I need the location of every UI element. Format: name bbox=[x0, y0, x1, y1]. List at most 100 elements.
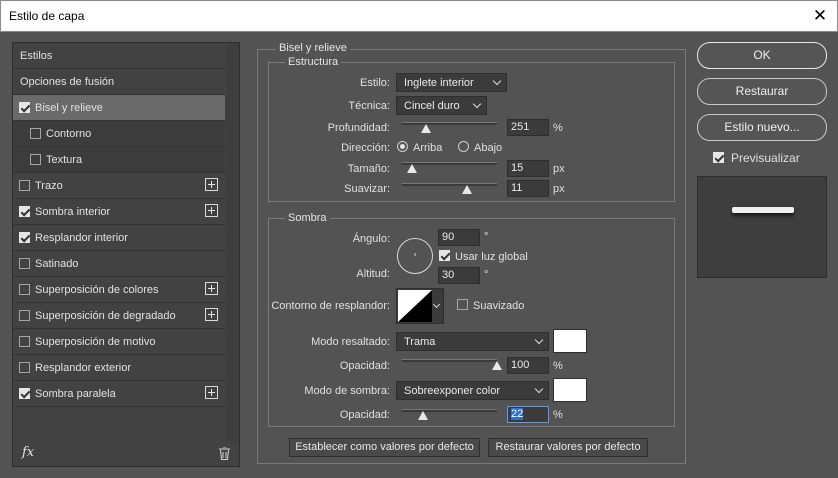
add-effect-icon[interactable] bbox=[205, 178, 218, 191]
style-item[interactable]: Superposición de degradado bbox=[13, 303, 225, 329]
reset-default-button[interactable]: Restaurar valores por defecto bbox=[488, 438, 648, 457]
style-item[interactable]: Contorno bbox=[13, 121, 225, 147]
style-item[interactable]: Sombra paralela bbox=[13, 381, 225, 407]
title-bar: Estilo de capa ✕ bbox=[0, 0, 838, 32]
preview-label: Previsualizar bbox=[731, 151, 800, 165]
altitude-input[interactable]: 30 bbox=[438, 267, 480, 284]
dialog-body: Estilos Opciones de fusión Bisel y relie… bbox=[0, 32, 838, 478]
direction-up-radio[interactable] bbox=[397, 141, 408, 152]
angle-label: Ángulo: bbox=[352, 233, 390, 245]
style-item[interactable]: Superposición de motivo bbox=[13, 329, 225, 355]
structure-title: Estructura bbox=[285, 56, 342, 68]
style-item-label: Resplandor interior bbox=[35, 232, 128, 244]
style-item-checkbox[interactable] bbox=[19, 206, 30, 217]
highlight-opacity-input[interactable]: 100 bbox=[507, 357, 549, 374]
style-item-checkbox[interactable] bbox=[19, 258, 30, 269]
style-item[interactable]: Bisel y relieve bbox=[13, 95, 225, 121]
depth-input[interactable]: 251 bbox=[507, 119, 549, 136]
depth-value: 251 bbox=[511, 121, 530, 133]
style-label: Estilo: bbox=[360, 77, 390, 89]
technique-label: Técnica: bbox=[348, 100, 390, 112]
add-effect-icon[interactable] bbox=[205, 308, 218, 321]
angle-dial[interactable] bbox=[396, 237, 434, 275]
technique-select-value: Cincel duro bbox=[404, 100, 460, 112]
style-item[interactable]: Superposición de colores bbox=[13, 277, 225, 303]
shadow-opacity-track[interactable] bbox=[402, 409, 497, 412]
style-item-checkbox[interactable] bbox=[30, 154, 41, 165]
soften-value: 11 bbox=[511, 182, 523, 194]
style-item[interactable]: Textura bbox=[13, 147, 225, 173]
reset-button[interactable]: Restaurar bbox=[697, 78, 827, 105]
style-item[interactable]: Trazo bbox=[13, 173, 225, 199]
highlight-opacity-track[interactable] bbox=[402, 359, 497, 362]
technique-select[interactable]: Cincel duro bbox=[396, 96, 487, 115]
chevron-down-icon bbox=[534, 384, 544, 394]
soften-slider-thumb[interactable] bbox=[461, 185, 472, 194]
style-item-checkbox[interactable] bbox=[19, 180, 30, 191]
trash-icon[interactable] bbox=[219, 447, 230, 460]
style-item-checkbox[interactable] bbox=[19, 362, 30, 373]
shadow-opacity-thumb[interactable] bbox=[417, 411, 428, 420]
style-item-checkbox[interactable] bbox=[30, 128, 41, 139]
highlight-opacity-thumb[interactable] bbox=[492, 361, 502, 370]
highlight-mode-select[interactable]: Trama bbox=[396, 332, 549, 351]
chevron-down-icon bbox=[472, 99, 482, 109]
direction-down-label: Abajo bbox=[474, 142, 503, 154]
direction-down-radio[interactable] bbox=[458, 141, 469, 152]
window-title: Estilo de capa bbox=[9, 9, 85, 23]
antialiased-checkbox[interactable] bbox=[457, 299, 468, 310]
bevel-group-title: Bisel y relieve bbox=[276, 42, 350, 54]
shadow-opacity-unit: % bbox=[553, 409, 563, 421]
soften-label: Suavizar: bbox=[344, 183, 390, 195]
altitude-value: 30 bbox=[442, 269, 455, 281]
size-input[interactable]: 15 bbox=[507, 160, 549, 177]
style-item-checkbox[interactable] bbox=[19, 310, 30, 321]
add-effect-icon[interactable] bbox=[205, 386, 218, 399]
close-icon[interactable]: ✕ bbox=[803, 1, 837, 31]
shadow-color-swatch[interactable] bbox=[553, 378, 587, 402]
fx-icon[interactable]: fx bbox=[22, 445, 34, 460]
style-select[interactable]: Inglete interior bbox=[396, 73, 507, 92]
style-item-label: Resplandor exterior bbox=[35, 362, 131, 374]
new-style-button[interactable]: Estilo nuevo... bbox=[697, 114, 827, 141]
style-item[interactable]: Sombra interior bbox=[13, 199, 225, 225]
style-item[interactable]: Satinado bbox=[13, 251, 225, 277]
style-item[interactable]: Resplandor exterior bbox=[13, 355, 225, 381]
add-effect-icon[interactable] bbox=[205, 204, 218, 217]
styles-header[interactable]: Estilos bbox=[13, 43, 225, 69]
altitude-unit: ° bbox=[484, 269, 489, 281]
style-item-checkbox[interactable] bbox=[19, 284, 30, 295]
soften-input[interactable]: 11 bbox=[507, 180, 549, 197]
highlight-mode-value: Trama bbox=[404, 336, 436, 348]
style-item[interactable]: Resplandor interior bbox=[13, 225, 225, 251]
ok-button[interactable]: OK bbox=[697, 42, 827, 69]
highlight-color-swatch[interactable] bbox=[553, 329, 587, 353]
style-item-label: Trazo bbox=[35, 180, 63, 192]
gloss-contour-label: Contorno de resplandor: bbox=[271, 300, 390, 312]
soften-slider-track[interactable] bbox=[402, 183, 497, 186]
styles-list: Estilos Opciones de fusión Bisel y relie… bbox=[12, 42, 240, 467]
gloss-contour-picker[interactable] bbox=[396, 288, 444, 324]
depth-slider-thumb[interactable] bbox=[420, 124, 431, 133]
depth-slider-track[interactable] bbox=[402, 122, 497, 125]
blend-options-item[interactable]: Opciones de fusión bbox=[13, 69, 225, 95]
make-default-button[interactable]: Establecer como valores por defecto bbox=[289, 438, 480, 457]
add-effect-icon[interactable] bbox=[205, 282, 218, 295]
size-slider-thumb[interactable] bbox=[406, 164, 417, 173]
styles-scrollbar[interactable] bbox=[226, 43, 239, 443]
preview-checkbox[interactable] bbox=[713, 152, 724, 163]
style-item-checkbox[interactable] bbox=[19, 336, 30, 347]
direction-up-label: Arriba bbox=[413, 142, 443, 154]
preview-shape bbox=[732, 207, 794, 213]
style-item-checkbox[interactable] bbox=[19, 232, 30, 243]
shadow-mode-select[interactable]: Sobreexponer color bbox=[396, 381, 549, 400]
angle-input[interactable]: 90 bbox=[438, 229, 480, 246]
style-preview bbox=[697, 176, 827, 278]
shadow-mode-value: Sobreexponer color bbox=[404, 385, 501, 397]
style-item-checkbox[interactable] bbox=[19, 388, 30, 399]
highlight-opacity-label: Opacidad: bbox=[339, 360, 390, 372]
global-light-checkbox[interactable] bbox=[439, 250, 450, 261]
shadow-opacity-input[interactable]: 22 bbox=[507, 406, 549, 423]
style-item-checkbox[interactable] bbox=[19, 102, 30, 113]
style-item-label: Superposición de motivo bbox=[35, 336, 156, 348]
